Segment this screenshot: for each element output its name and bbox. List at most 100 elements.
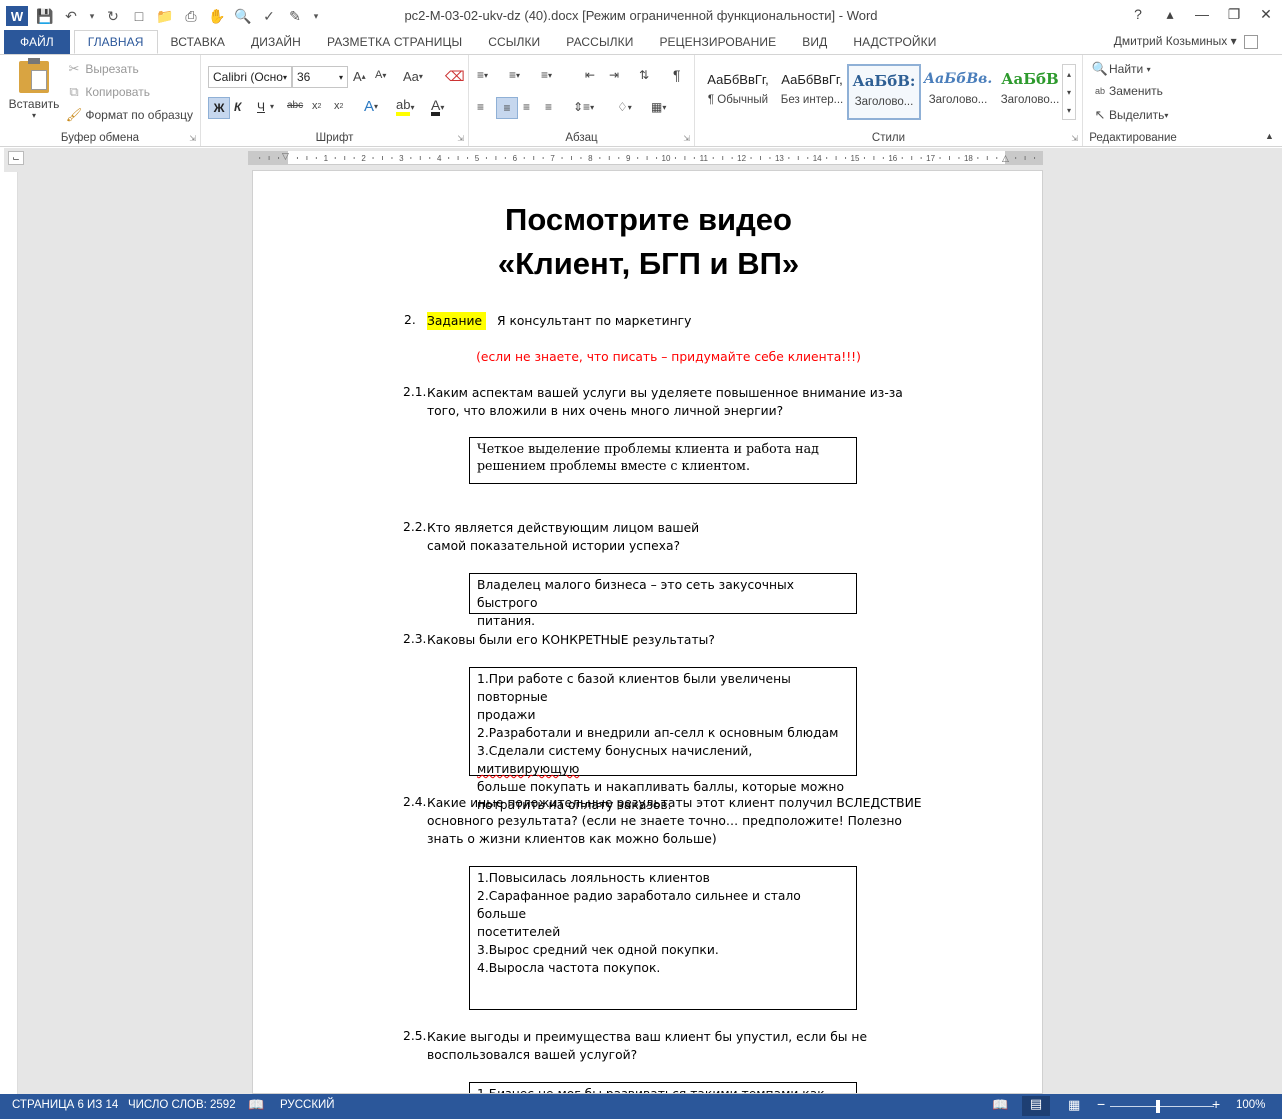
print-preview-icon[interactable]: 🔍 xyxy=(230,5,256,27)
show-marks-icon[interactable]: ¶ xyxy=(673,67,681,83)
borders-icon[interactable]: ▦ ▾ xyxy=(651,100,666,114)
save-icon[interactable]: 💾 xyxy=(32,5,58,27)
tab-references[interactable]: ССЫЛКИ xyxy=(475,30,553,54)
tab-file[interactable]: ФАЙЛ xyxy=(4,30,70,54)
dialog-launcher-icon[interactable]: ⇲ xyxy=(457,134,464,143)
chevron-down-icon[interactable]: ▾ xyxy=(270,102,274,111)
shrink-font-button[interactable]: A ▾ xyxy=(375,69,386,81)
chevron-up-icon[interactable]: ▴ xyxy=(1067,70,1071,79)
dialog-launcher-icon[interactable]: ⇲ xyxy=(683,134,690,143)
change-case-button[interactable]: Aa ▾ xyxy=(403,69,423,84)
tab-addins[interactable]: НАДСТРОЙКИ xyxy=(840,30,949,54)
print-layout-icon[interactable]: ▤ xyxy=(1022,1096,1050,1116)
tab-review[interactable]: РЕЦЕНЗИРОВАНИЕ xyxy=(646,30,789,54)
ribbon-display-options-icon[interactable]: ▴ xyxy=(1154,0,1186,28)
answer-box[interactable]: 1.Бизнес не мог бы развиваться такими те… xyxy=(469,1082,857,1093)
help-icon[interactable]: ? xyxy=(1122,0,1154,28)
page-count[interactable]: СТРАНИЦА 6 ИЗ 14 xyxy=(12,1099,118,1111)
minimize-icon[interactable]: — xyxy=(1186,0,1218,28)
undo-icon[interactable]: ↶ xyxy=(58,5,84,27)
dialog-launcher-icon[interactable]: ⇲ xyxy=(1071,134,1078,143)
zoom-slider-thumb[interactable] xyxy=(1156,1100,1160,1113)
zoom-level[interactable]: 100% xyxy=(1236,1099,1265,1111)
answer-box[interactable]: 1.Повысилась лояльность клиентов 2.Сараф… xyxy=(469,866,857,1010)
word-count[interactable]: ЧИСЛО СЛОВ: 2592 xyxy=(128,1099,236,1111)
right-indent-icon[interactable]: △ xyxy=(1002,153,1009,164)
format-painter-button[interactable]: 🖌 Формат по образцу xyxy=(66,107,193,123)
font-name-select[interactable]: Calibri (Осно ▾ xyxy=(208,66,292,88)
bold-button[interactable]: Ж xyxy=(208,97,230,119)
numbering-icon[interactable]: ≡ ▾ xyxy=(509,68,520,82)
misspelled-word[interactable]: митивирующую xyxy=(477,762,579,776)
highlight-color-icon[interactable]: ab ▾ xyxy=(396,98,414,116)
text-effects-icon[interactable]: A ▾ xyxy=(364,98,378,115)
style-no-spacing[interactable]: АаБбВвГг, Без интер... xyxy=(775,64,849,120)
read-mode-icon[interactable]: 📖 xyxy=(992,1097,1008,1113)
edit-icon[interactable]: ✎ xyxy=(282,5,308,27)
strikethrough-icon[interactable]: abc xyxy=(287,100,303,111)
style-normal[interactable]: АаБбВвГг, ¶ Обычный xyxy=(701,64,775,120)
align-right-icon[interactable]: ≡ xyxy=(523,100,530,114)
redo-icon[interactable]: ↻ xyxy=(100,5,126,27)
style-heading-1[interactable]: АаБбВ: Заголово... xyxy=(847,64,921,120)
answer-box[interactable]: Владелец малого бизнеса – это сеть закус… xyxy=(469,573,857,628)
font-color-icon[interactable]: A ▾ xyxy=(431,98,444,116)
superscript-icon[interactable]: x2 xyxy=(334,100,343,112)
user-account[interactable]: Дмитрий Козьминых ▾ xyxy=(1114,34,1258,49)
tab-design[interactable]: ДИЗАЙН xyxy=(238,30,314,54)
document-page[interactable]: Посмотрите видео «Клиент, БГП и ВП» 2. З… xyxy=(252,170,1043,1094)
copy-button[interactable]: ⧉ Копировать xyxy=(66,84,150,100)
dialog-launcher-icon[interactable]: ⇲ xyxy=(189,134,196,143)
customize-qat-icon[interactable]: ▾ xyxy=(308,5,324,27)
tab-view[interactable]: ВИД xyxy=(789,30,840,54)
tab-mailings[interactable]: РАССЫЛКИ xyxy=(553,30,646,54)
cut-button[interactable]: ✂ Вырезать xyxy=(66,61,139,77)
proofing-icon[interactable]: 📖 xyxy=(248,1097,264,1113)
find-button[interactable]: 🔍 Найти ▾ xyxy=(1091,61,1151,77)
italic-button[interactable]: К xyxy=(234,100,241,114)
new-document-icon[interactable]: □ xyxy=(126,5,152,27)
line-spacing-icon[interactable]: ⇕≡ ▾ xyxy=(573,100,594,114)
answer-box[interactable]: 1.При работе с базой клиентов были увели… xyxy=(469,667,857,812)
open-folder-icon[interactable]: 📁 xyxy=(152,5,178,27)
grow-font-button[interactable]: A ▴ xyxy=(353,69,366,84)
style-heading-3[interactable]: АаБбВ Заголово... xyxy=(993,64,1067,120)
paste-button[interactable]: Вставить ▾ xyxy=(8,58,60,129)
decrease-indent-icon[interactable]: ⇤ xyxy=(585,68,595,82)
restore-icon[interactable]: ❐ xyxy=(1218,0,1250,28)
increase-indent-icon[interactable]: ⇥ xyxy=(609,68,619,82)
bullets-icon[interactable]: ≡ ▾ xyxy=(477,68,488,82)
chevron-down-icon[interactable]: ▾ xyxy=(1067,88,1071,97)
font-size-select[interactable]: 36 ▾ xyxy=(292,66,348,88)
tab-selector-icon[interactable]: ⌙ xyxy=(8,151,24,165)
tab-home[interactable]: ГЛАВНАЯ xyxy=(73,30,158,54)
undo-dropdown-icon[interactable]: ▾ xyxy=(84,5,100,27)
subscript-icon[interactable]: x2 xyxy=(312,100,321,112)
first-line-indent-icon[interactable]: ▽ xyxy=(282,151,289,162)
style-heading-2[interactable]: АаБбВв. Заголово... xyxy=(921,64,995,120)
collapse-ribbon-icon[interactable]: ▲ xyxy=(1265,131,1274,141)
underline-button[interactable]: Ч xyxy=(257,100,265,114)
horizontal-ruler[interactable]: 1 2 3 4 5 6 7 8 9 10 11 12 13 14 15 16 17 18 ▽ △ xyxy=(248,151,1043,165)
sort-icon[interactable]: ⇅ xyxy=(639,68,649,82)
replace-button[interactable]: ab Заменить xyxy=(1091,84,1163,98)
tab-page-layout[interactable]: РАЗМЕТКА СТРАНИЦЫ xyxy=(314,30,475,54)
clear-formatting-icon[interactable]: ⌫ xyxy=(445,68,465,85)
shading-icon[interactable]: ♢ ▾ xyxy=(617,100,632,114)
answer-box[interactable]: Четкое выделение проблемы клиента и рабо… xyxy=(469,437,857,484)
justify-icon[interactable]: ≡ xyxy=(545,100,552,114)
select-button[interactable]: ↖ Выделить ▾ xyxy=(1091,107,1169,123)
print-icon[interactable]: ⎙ xyxy=(178,5,204,27)
multilevel-list-icon[interactable]: ≡ ▾ xyxy=(541,68,552,82)
word-logo-icon[interactable]: W xyxy=(6,6,28,26)
touch-mode-icon[interactable]: ✋ xyxy=(204,5,230,27)
zoom-slider[interactable] xyxy=(1110,1106,1214,1107)
close-icon[interactable]: ✕ xyxy=(1250,0,1282,28)
spelling-icon[interactable]: ✓ xyxy=(256,5,282,27)
zoom-out-icon[interactable]: − xyxy=(1097,1096,1105,1112)
web-layout-icon[interactable]: ▦ xyxy=(1068,1097,1080,1113)
language[interactable]: РУССКИЙ xyxy=(280,1099,335,1111)
more-styles-icon[interactable]: ▾ xyxy=(1067,106,1071,115)
tab-insert[interactable]: ВСТАВКА xyxy=(158,30,239,54)
styles-scroll[interactable]: ▴ ▾ ▾ xyxy=(1062,64,1076,120)
